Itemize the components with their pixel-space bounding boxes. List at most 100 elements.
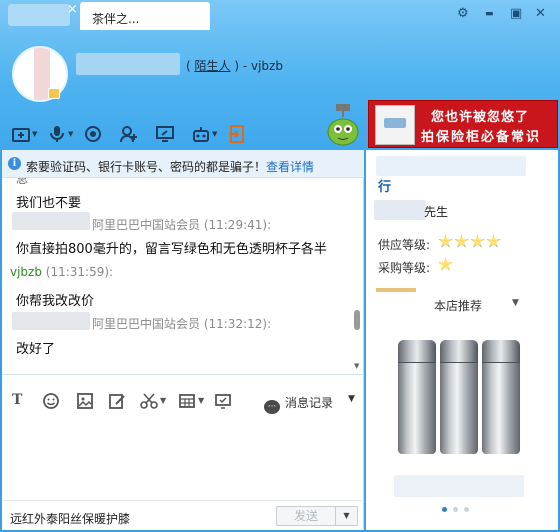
stranger-link[interactable]: 陌生人 [195, 59, 231, 73]
window-header: × 茶伴之... ⚙ ▬ ▣ ✕ ( 陌生人 ) - vjbzb ▼ ▼ ▼ 您… [0, 0, 560, 150]
name-suffix: ) - vjbzb [234, 59, 283, 73]
banner-ad[interactable]: 您也许被忽悠了 拍保险柜必备常识 [368, 100, 558, 148]
product-image[interactable] [390, 340, 530, 458]
folder-icon [12, 128, 30, 142]
message-text: 你帮我改改价 [16, 294, 95, 309]
contact-name-blurred [76, 53, 180, 75]
message-text: 我们也不要 [16, 196, 82, 211]
chat-panel: i 索要验证码、银行卡账号、密码的都是骗子！查看详情 总 我们也不要 阿里巴巴中… [2, 150, 364, 530]
microphone-icon [50, 126, 64, 142]
name-prefix: ( [186, 59, 191, 73]
maximize-icon[interactable]: ▣ [510, 6, 522, 21]
carousel-dots [442, 507, 469, 512]
history-dropdown-icon[interactable]: ▼ [348, 394, 355, 404]
ad-line-1: 您也许被忽悠了 [431, 110, 530, 125]
video-button[interactable] [84, 122, 114, 146]
chevron-down-icon[interactable]: ▼ [512, 298, 519, 308]
purchase-level-stars [438, 257, 453, 272]
message-meta-self: vjbzb (11:31:59): [10, 265, 113, 279]
sender-name-blurred [12, 212, 90, 230]
company-name-blurred [376, 156, 526, 176]
exit-button[interactable] [228, 122, 258, 146]
star-icon [438, 234, 453, 248]
tab-active[interactable]: 茶伴之... [80, 2, 210, 30]
emoji-icon[interactable] [42, 392, 60, 414]
ad-line-2: 拍保险柜必备常识 [421, 130, 542, 145]
safe-image [375, 105, 415, 145]
exit-icon [229, 125, 244, 143]
supply-level-label: 供应等级: [378, 238, 431, 252]
mascot-icon[interactable] [326, 104, 360, 146]
message-list[interactable]: 总 我们也不要 阿里巴巴中国站会员 (11:29:41): 你直接拍800毫升的… [2, 178, 364, 370]
self-sender: vjbzb [10, 265, 42, 279]
settings-icon[interactable]: ⚙ [457, 6, 469, 21]
contact-name-line: ( 陌生人 ) - vjbzb [186, 57, 283, 74]
supply-level-stars [438, 234, 501, 249]
carousel-dot[interactable] [464, 507, 469, 512]
remote-assist-button[interactable]: ▼ [192, 122, 222, 146]
history-label: 消息记录 [285, 396, 334, 410]
product-title-blurred[interactable] [394, 475, 524, 497]
webcam-icon [85, 126, 101, 142]
screen-share-icon [156, 126, 174, 142]
self-time: (11:31:59): [41, 265, 114, 279]
recommend-title: 本店推荐 [434, 299, 483, 313]
send-button[interactable]: 发送 [276, 506, 336, 526]
chat-toolbar: ▼ ▼ ▼ [12, 122, 264, 146]
notice-text: 索要验证码、银行卡账号、密码的都是骗子！ [26, 160, 267, 174]
input-toolbar: T ▼ ▼ ··· 消息记录 ▼ [2, 390, 364, 414]
product-link[interactable]: 远红外泰阳丝保暖护膝 [10, 510, 130, 527]
carousel-dot[interactable] [453, 507, 458, 512]
tab-title: 茶伴之... [92, 12, 140, 26]
tab-blurred[interactable] [8, 4, 70, 26]
message-text: 改好了 [16, 342, 56, 357]
close-icon[interactable]: ✕ [535, 6, 546, 21]
message-meta: 阿里巴巴中国站会员 (11:29:41): [92, 218, 272, 232]
scissors-icon[interactable] [140, 392, 158, 414]
notice-details-link[interactable]: 查看详情 [266, 160, 314, 174]
message-input[interactable] [2, 416, 364, 498]
chevron-down-icon[interactable]: ▼ [160, 396, 166, 405]
screen-capture-icon[interactable] [214, 392, 232, 414]
security-notice: i 索要验证码、银行卡账号、密码的都是骗子！查看详情 [2, 150, 364, 178]
add-contact-button[interactable] [120, 122, 150, 146]
contact-title: 先生 [424, 205, 449, 219]
message-text: 你直接拍800毫升的，留言写绿色和无色透明杯子各半 [16, 242, 327, 257]
voice-button[interactable]: ▼ [48, 122, 78, 146]
recommend-header[interactable]: 本店推荐 ▼ [366, 294, 558, 316]
chevron-down-icon[interactable]: ▼ [198, 396, 204, 405]
contact-name-blurred [374, 200, 426, 220]
info-icon: i [8, 157, 21, 170]
message-meta: 阿里巴巴中国站会员 (11:32:12): [92, 317, 272, 331]
add-user-icon [120, 126, 137, 143]
star-icon [454, 234, 469, 248]
file-transfer-button[interactable]: ▼ [12, 122, 42, 146]
sender-name-blurred [12, 312, 90, 330]
scrollbar-thumb[interactable] [354, 310, 360, 330]
bottom-bar: 远红外泰阳丝保暖护膝 发送 ▼ [2, 500, 364, 530]
tumbler [440, 340, 478, 454]
star-icon [486, 234, 501, 248]
status-badge [48, 88, 60, 99]
contact-info-panel: 行 先生 供应等级: 采购等级: 本店推荐 ▼ [366, 150, 558, 530]
tab-close-icon[interactable]: × [67, 2, 78, 17]
font-icon[interactable]: T [12, 392, 22, 408]
image-icon[interactable] [76, 392, 94, 414]
calculator-icon[interactable] [178, 392, 196, 414]
divider [2, 374, 364, 375]
screen-share-button[interactable] [156, 122, 186, 146]
tumbler [398, 340, 436, 454]
chat-bubble-icon: ··· [264, 400, 280, 414]
scroll-down-arrow[interactable]: ▼ [354, 362, 359, 370]
purchase-level-label: 采购等级: [378, 261, 431, 275]
star-icon [470, 234, 485, 248]
company-name-fragment[interactable]: 行 [378, 176, 391, 195]
carousel-dot[interactable] [442, 507, 447, 512]
send-options-icon[interactable]: ▼ [336, 506, 358, 526]
minimize-icon[interactable]: ▬ [485, 9, 494, 19]
badge-strip [376, 288, 416, 292]
message-history-button[interactable]: ··· 消息记录 [264, 394, 333, 414]
edit-icon[interactable] [108, 392, 126, 414]
star-icon [438, 257, 453, 271]
tumbler [482, 340, 520, 454]
